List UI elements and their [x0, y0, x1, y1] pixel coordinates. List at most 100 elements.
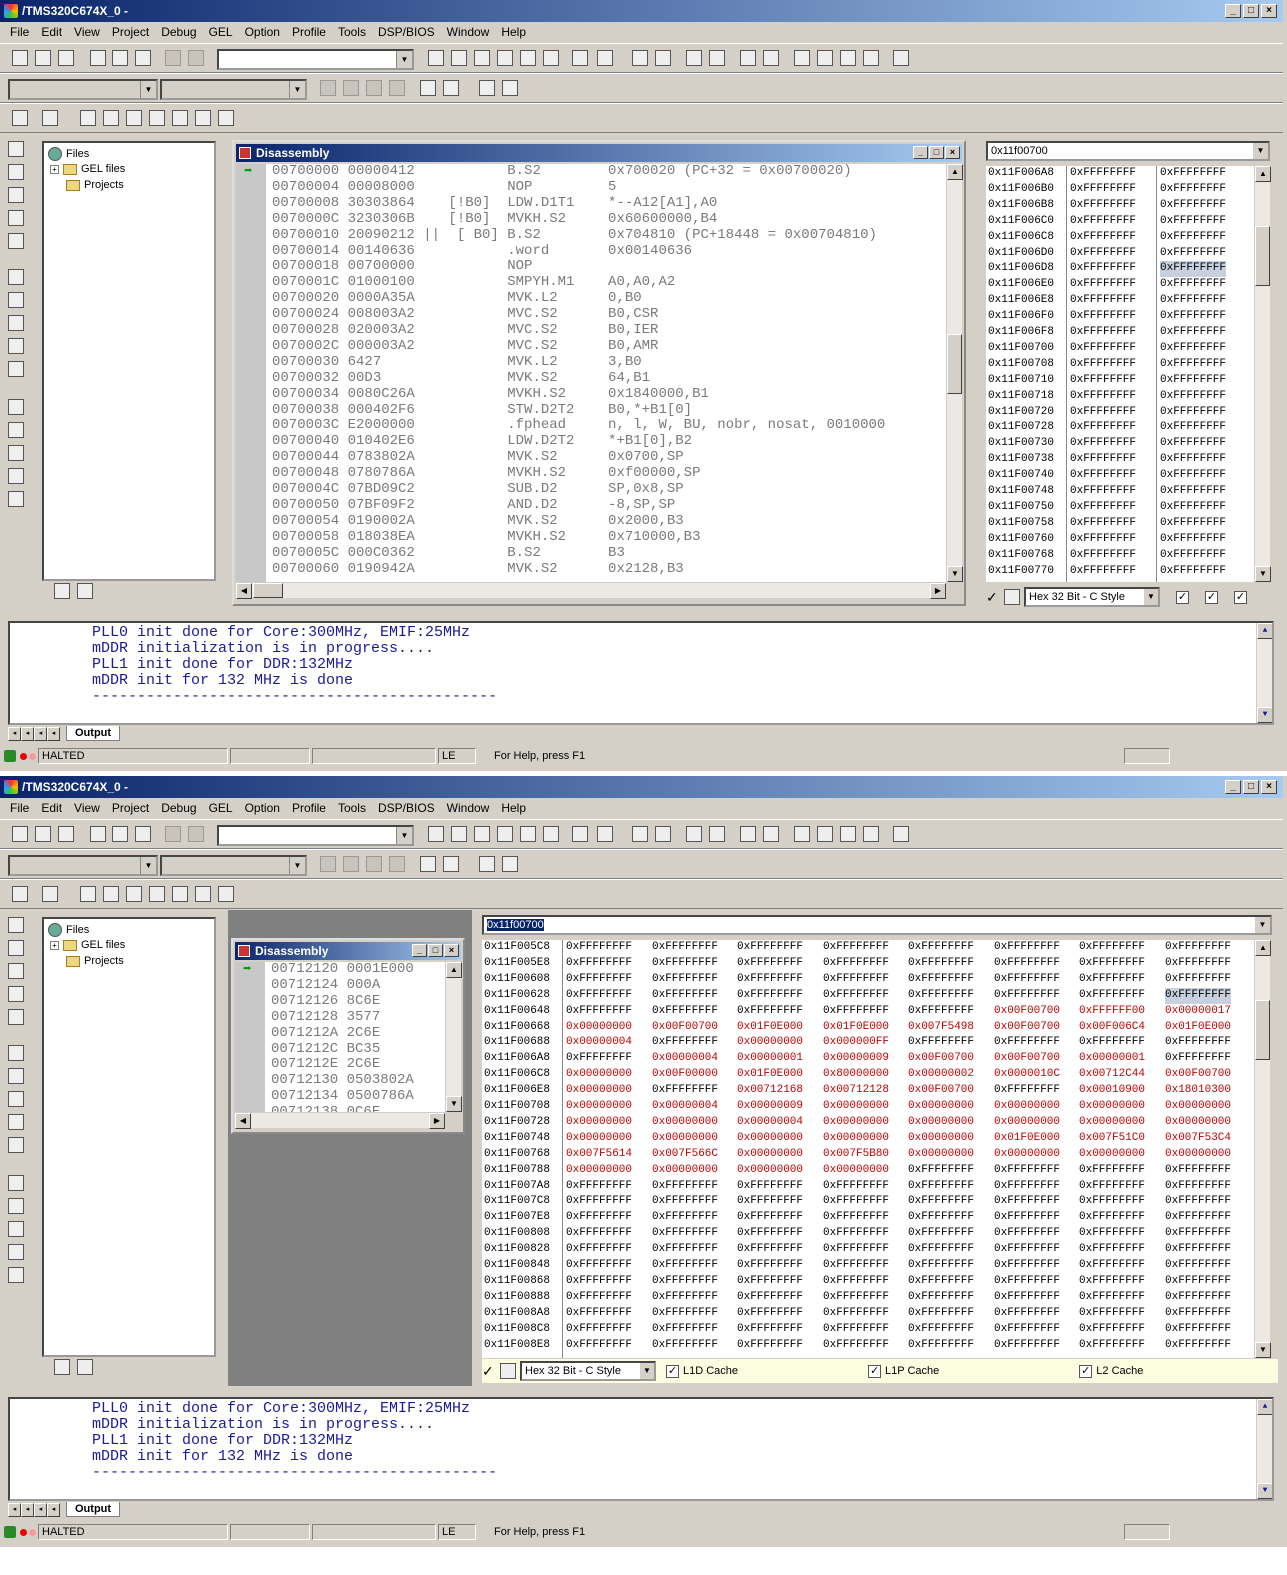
menu-window[interactable]: Window	[441, 25, 496, 39]
memory-value[interactable]: 0xFFFFFFFF	[1160, 468, 1226, 484]
memory-value[interactable]: 0x00F00700	[994, 1020, 1060, 1036]
memory-value[interactable]: 0xFFFFFFFF	[737, 1338, 803, 1354]
memory-value[interactable]: 0x00F00700	[994, 1051, 1060, 1067]
disassembly-line[interactable]: 0070001C 01000100 SMPYH.M1 A0,A0,A2	[272, 274, 675, 291]
memory-value[interactable]: 0xFFFFFFFF	[1165, 1306, 1231, 1322]
menu-tools[interactable]: Tools	[332, 801, 372, 815]
expand-icon[interactable]: +	[50, 164, 59, 174]
run-icon[interactable]	[840, 826, 856, 842]
profile-icon[interactable]	[218, 886, 234, 902]
gear-icon[interactable]	[479, 80, 495, 96]
waveform-icon[interactable]	[172, 886, 188, 902]
memory-value[interactable]: 0xFFFFFFFF	[1079, 1290, 1145, 1306]
breakpoint-icon[interactable]	[863, 50, 879, 66]
memory-value[interactable]: 0xFFFFFFFF	[823, 1242, 889, 1258]
memory-value[interactable]: 0xFFFFFFFF	[994, 1290, 1060, 1306]
memory-value[interactable]: 0xFFFFFFFF	[737, 1226, 803, 1242]
memory-value[interactable]: 0xFFFFFFFF	[1165, 1322, 1231, 1338]
memory-value[interactable]: 0xFFFFFFFF	[1165, 1163, 1231, 1179]
memory-value[interactable]: 0xFFFFFFFF	[1160, 420, 1226, 436]
build-icon[interactable]	[763, 826, 779, 842]
memory-window-icon[interactable]	[8, 445, 24, 461]
memory-value[interactable]: 0xFFFFFFFF	[652, 988, 718, 1004]
scroll-up-button[interactable]: ▲	[446, 962, 462, 978]
chevron-down-icon[interactable]: ▼	[640, 1363, 654, 1379]
search-combo[interactable]: ▼	[217, 49, 414, 70]
close-button[interactable]: ×	[1261, 4, 1277, 18]
disassembly-line[interactable]: 00700024 008003A2 MVC.S2 B0,CSR	[272, 306, 658, 323]
undo-icon[interactable]	[165, 50, 181, 66]
last-tab-icon[interactable]: ◂	[47, 1502, 60, 1517]
memory-value[interactable]: 0x00000017	[1165, 1004, 1231, 1020]
chevron-down-icon[interactable]: ▼	[140, 81, 156, 98]
uncomment-icon[interactable]	[740, 826, 756, 842]
memory-value[interactable]: 0xFFFFFFFF	[737, 1004, 803, 1020]
redo-icon[interactable]	[188, 50, 204, 66]
memory-value[interactable]: 0xFFFFFFFF	[1160, 246, 1226, 262]
disassembly-line[interactable]: 00700004 00008000 NOP 5	[272, 179, 616, 196]
memory-value[interactable]: 0x00000009	[823, 1051, 889, 1067]
copy-icon[interactable]	[112, 826, 128, 842]
memory-value[interactable]: 0xFFFFFFFF	[1165, 1035, 1231, 1051]
memory-value[interactable]: 0xFFFFFFFF	[566, 1226, 632, 1242]
profile-icon[interactable]	[218, 110, 234, 126]
scroll-up-button[interactable]: ▲	[1257, 623, 1272, 639]
breakpoint-gutter[interactable]	[236, 164, 266, 582]
asm-step-over-icon[interactable]	[8, 1068, 24, 1084]
graph-icon[interactable]	[12, 886, 28, 902]
find-in-files-icon[interactable]	[497, 826, 513, 842]
memory-value[interactable]: 0xFFFFFFFF	[737, 972, 803, 988]
waveform-icon[interactable]	[172, 110, 188, 126]
registers-window-icon[interactable]	[8, 422, 24, 438]
compile-icon[interactable]	[320, 856, 336, 872]
memory-value[interactable]: 0xFFFFFFFF	[1070, 516, 1136, 532]
memory-value[interactable]: 0xFFFFFFFF	[652, 1004, 718, 1020]
disassembly-listing[interactable]: ➡ 00712120 0001E000 00712124 000A 00712126 …	[235, 962, 445, 1112]
disassembly-line[interactable]: 00712126 8C6E	[271, 993, 380, 1010]
rebuild-all-icon[interactable]	[366, 856, 382, 872]
hand-icon[interactable]	[420, 856, 436, 872]
watch-window-icon[interactable]	[8, 399, 24, 415]
memory-address-input[interactable]: 0x11f00700 ▼	[482, 915, 1272, 935]
disassembly-line[interactable]: 00712134 0500786A	[271, 1088, 414, 1105]
close-button[interactable]: ×	[444, 944, 459, 957]
help-icon[interactable]	[572, 50, 588, 66]
memory-grid[interactable]: 0x11F005C8 0xFFFFFFFF 0xFFFFFFFF 0xFFFFFFFF…	[482, 940, 1254, 1358]
debug-icon[interactable]	[893, 50, 909, 66]
memory-value[interactable]: 0xFFFFFFFF	[1165, 1290, 1231, 1306]
disassembly-line[interactable]: 00700018 00700000 NOP	[272, 258, 532, 275]
memory-value[interactable]: 0xFFFFFFFF	[566, 1290, 632, 1306]
incremental-build-icon[interactable]	[343, 80, 359, 96]
tree-item-gel-files[interactable]: + GEL files	[50, 939, 125, 951]
run-icon[interactable]	[840, 50, 856, 66]
disassembly-line[interactable]: 00700014 00140636 .word 0x00140636	[272, 243, 692, 260]
memory-value[interactable]: 0x007F51C0	[1079, 1131, 1145, 1147]
disassembly-line[interactable]: 00700040 010402E6 LDW.D2T2 *+B1[0],B2	[272, 433, 692, 450]
scroll-down-button[interactable]: ▼	[1257, 707, 1272, 723]
memory-value[interactable]: 0xFFFFFFFF	[1079, 1258, 1145, 1274]
memory-value[interactable]: 0xFFFFFFFF	[1165, 1242, 1231, 1258]
memory-value[interactable]: 0xFFFFFFFF	[1160, 484, 1226, 500]
menu-file[interactable]: File	[4, 25, 35, 39]
memory-value[interactable]: 0xFFFFFFFF	[1165, 1338, 1231, 1354]
halt-build-icon[interactable]	[817, 50, 833, 66]
memory-value[interactable]: 0xFFFFFFFF	[994, 1179, 1060, 1195]
run-to-cursor-icon[interactable]	[8, 210, 24, 226]
memory-value[interactable]: 0xFFFFFFFF	[1079, 1274, 1145, 1290]
memory-value[interactable]: 0x00000004	[652, 1099, 718, 1115]
image-icon[interactable]	[195, 886, 211, 902]
memory-value[interactable]: 0xFFFFFFFF	[1079, 1210, 1145, 1226]
chevron-down-icon[interactable]: ▼	[396, 51, 412, 68]
memory-value[interactable]: 0x00000000	[994, 1099, 1060, 1115]
memory-value[interactable]: 0xFFFFFFFF	[1165, 956, 1231, 972]
memory-value[interactable]: 0xFFFFFFFF	[1079, 940, 1145, 956]
menu-debug[interactable]: Debug	[155, 801, 202, 815]
memory-value[interactable]: 0xFFFFFFFF	[1160, 548, 1226, 564]
memory-value[interactable]: 0xFFFFFFFF	[823, 1004, 889, 1020]
memory-value[interactable]: 0x01F0E000	[1165, 1020, 1231, 1036]
run-icon[interactable]	[8, 315, 24, 331]
outdent-icon[interactable]	[632, 826, 648, 842]
stop-build-icon[interactable]	[389, 80, 405, 96]
memory-value[interactable]: 0xFFFFFFFF	[1079, 1226, 1145, 1242]
step-out-icon[interactable]	[8, 187, 24, 203]
